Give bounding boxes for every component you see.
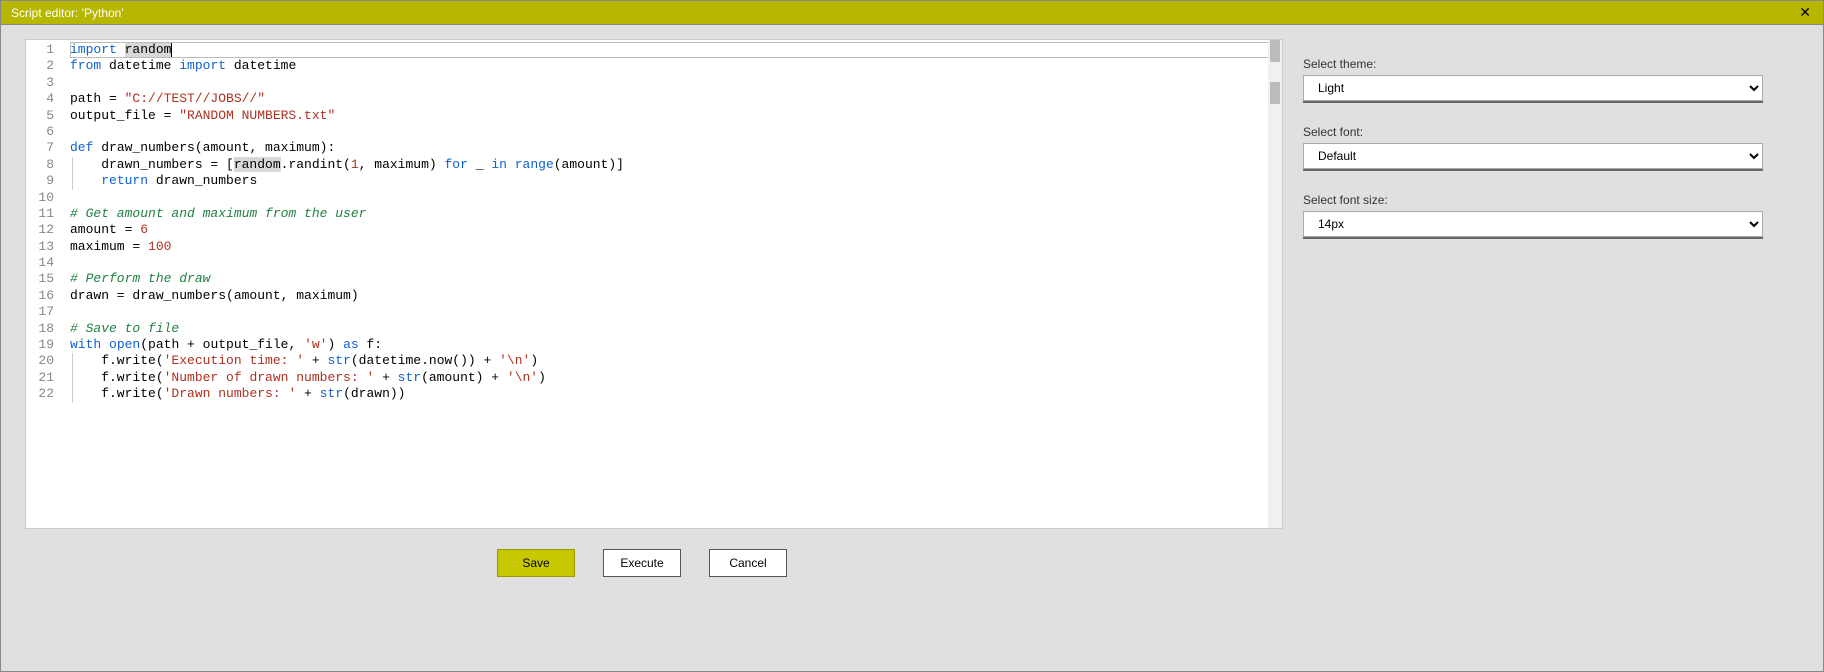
code-line[interactable]: # Save to file bbox=[70, 321, 1282, 337]
line-number: 19 bbox=[26, 337, 54, 353]
code-line[interactable] bbox=[70, 304, 1282, 320]
divider bbox=[1303, 169, 1763, 171]
cancel-button[interactable]: Cancel bbox=[709, 549, 787, 577]
theme-group: Select theme: Light bbox=[1303, 57, 1763, 103]
line-number: 10 bbox=[26, 190, 54, 206]
code-line[interactable]: drawn_numbers = [random.randint(1, maxim… bbox=[70, 157, 1282, 173]
code-line[interactable]: def draw_numbers(amount, maximum): bbox=[70, 140, 1282, 156]
line-number: 8 bbox=[26, 157, 54, 173]
code-line[interactable]: maximum = 100 bbox=[70, 239, 1282, 255]
line-number: 2 bbox=[26, 58, 54, 74]
line-number: 11 bbox=[26, 206, 54, 222]
scrollbar-thumb[interactable] bbox=[1270, 40, 1280, 62]
code-line[interactable]: from datetime import datetime bbox=[70, 58, 1282, 74]
code-line[interactable]: f.write('Execution time: ' + str(datetim… bbox=[70, 353, 1282, 369]
code-line[interactable]: path = "C://TEST//JOBS//" bbox=[70, 91, 1282, 107]
line-number: 7 bbox=[26, 140, 54, 156]
divider bbox=[1303, 101, 1763, 103]
code-line[interactable]: with open(path + output_file, 'w') as f: bbox=[70, 337, 1282, 353]
left-panel: 12345678910111213141516171819202122 impo… bbox=[1, 25, 1283, 671]
fontsize-select[interactable]: 14px bbox=[1303, 211, 1763, 237]
buttons-row: Save Execute Cancel bbox=[1, 549, 1283, 577]
line-number: 20 bbox=[26, 353, 54, 369]
line-number: 6 bbox=[26, 124, 54, 140]
code-line[interactable]: output_file = "RANDOM NUMBERS.txt" bbox=[70, 108, 1282, 124]
line-number: 22 bbox=[26, 386, 54, 402]
line-number: 3 bbox=[26, 75, 54, 91]
code-line[interactable]: return drawn_numbers bbox=[70, 173, 1282, 189]
theme-select[interactable]: Light bbox=[1303, 75, 1763, 101]
line-number: 13 bbox=[26, 239, 54, 255]
code-line[interactable] bbox=[70, 75, 1282, 91]
titlebar: Script editor: 'Python' ✕ bbox=[1, 1, 1823, 25]
code-line[interactable]: amount = 6 bbox=[70, 222, 1282, 238]
line-gutter: 12345678910111213141516171819202122 bbox=[26, 40, 64, 528]
code-line[interactable] bbox=[70, 190, 1282, 206]
code-line[interactable]: # Get amount and maximum from the user bbox=[70, 206, 1282, 222]
save-button[interactable]: Save bbox=[497, 549, 575, 577]
fontsize-label: Select font size: bbox=[1303, 193, 1763, 207]
divider bbox=[1303, 237, 1763, 239]
line-number: 17 bbox=[26, 304, 54, 320]
code-editor[interactable]: 12345678910111213141516171819202122 impo… bbox=[25, 39, 1283, 529]
code-line[interactable]: drawn = draw_numbers(amount, maximum) bbox=[70, 288, 1282, 304]
code-line[interactable]: # Perform the draw bbox=[70, 271, 1282, 287]
content: 12345678910111213141516171819202122 impo… bbox=[1, 25, 1823, 671]
line-number: 16 bbox=[26, 288, 54, 304]
line-number: 12 bbox=[26, 222, 54, 238]
scrollbar-vertical[interactable] bbox=[1268, 40, 1282, 528]
line-number: 14 bbox=[26, 255, 54, 271]
execute-button[interactable]: Execute bbox=[603, 549, 681, 577]
font-select[interactable]: Default bbox=[1303, 143, 1763, 169]
line-number: 9 bbox=[26, 173, 54, 189]
line-number: 15 bbox=[26, 271, 54, 287]
code-area[interactable]: import randomfrom datetime import dateti… bbox=[64, 40, 1282, 528]
line-number: 4 bbox=[26, 91, 54, 107]
scrollbar-thumb[interactable] bbox=[1270, 82, 1280, 104]
line-number: 18 bbox=[26, 321, 54, 337]
code-line[interactable] bbox=[70, 124, 1282, 140]
line-number: 21 bbox=[26, 370, 54, 386]
font-label: Select font: bbox=[1303, 125, 1763, 139]
line-number: 5 bbox=[26, 108, 54, 124]
code-line[interactable]: f.write('Drawn numbers: ' + str(drawn)) bbox=[70, 386, 1282, 402]
code-line[interactable]: import random bbox=[70, 42, 1282, 58]
right-panel: Select theme: Light Select font: Default… bbox=[1283, 25, 1823, 671]
line-number: 1 bbox=[26, 42, 54, 58]
theme-label: Select theme: bbox=[1303, 57, 1763, 71]
window-title: Script editor: 'Python' bbox=[11, 6, 124, 20]
fontsize-group: Select font size: 14px bbox=[1303, 193, 1763, 239]
font-group: Select font: Default bbox=[1303, 125, 1763, 171]
close-icon[interactable]: ✕ bbox=[1793, 4, 1817, 21]
code-line[interactable]: f.write('Number of drawn numbers: ' + st… bbox=[70, 370, 1282, 386]
code-line[interactable] bbox=[70, 255, 1282, 271]
